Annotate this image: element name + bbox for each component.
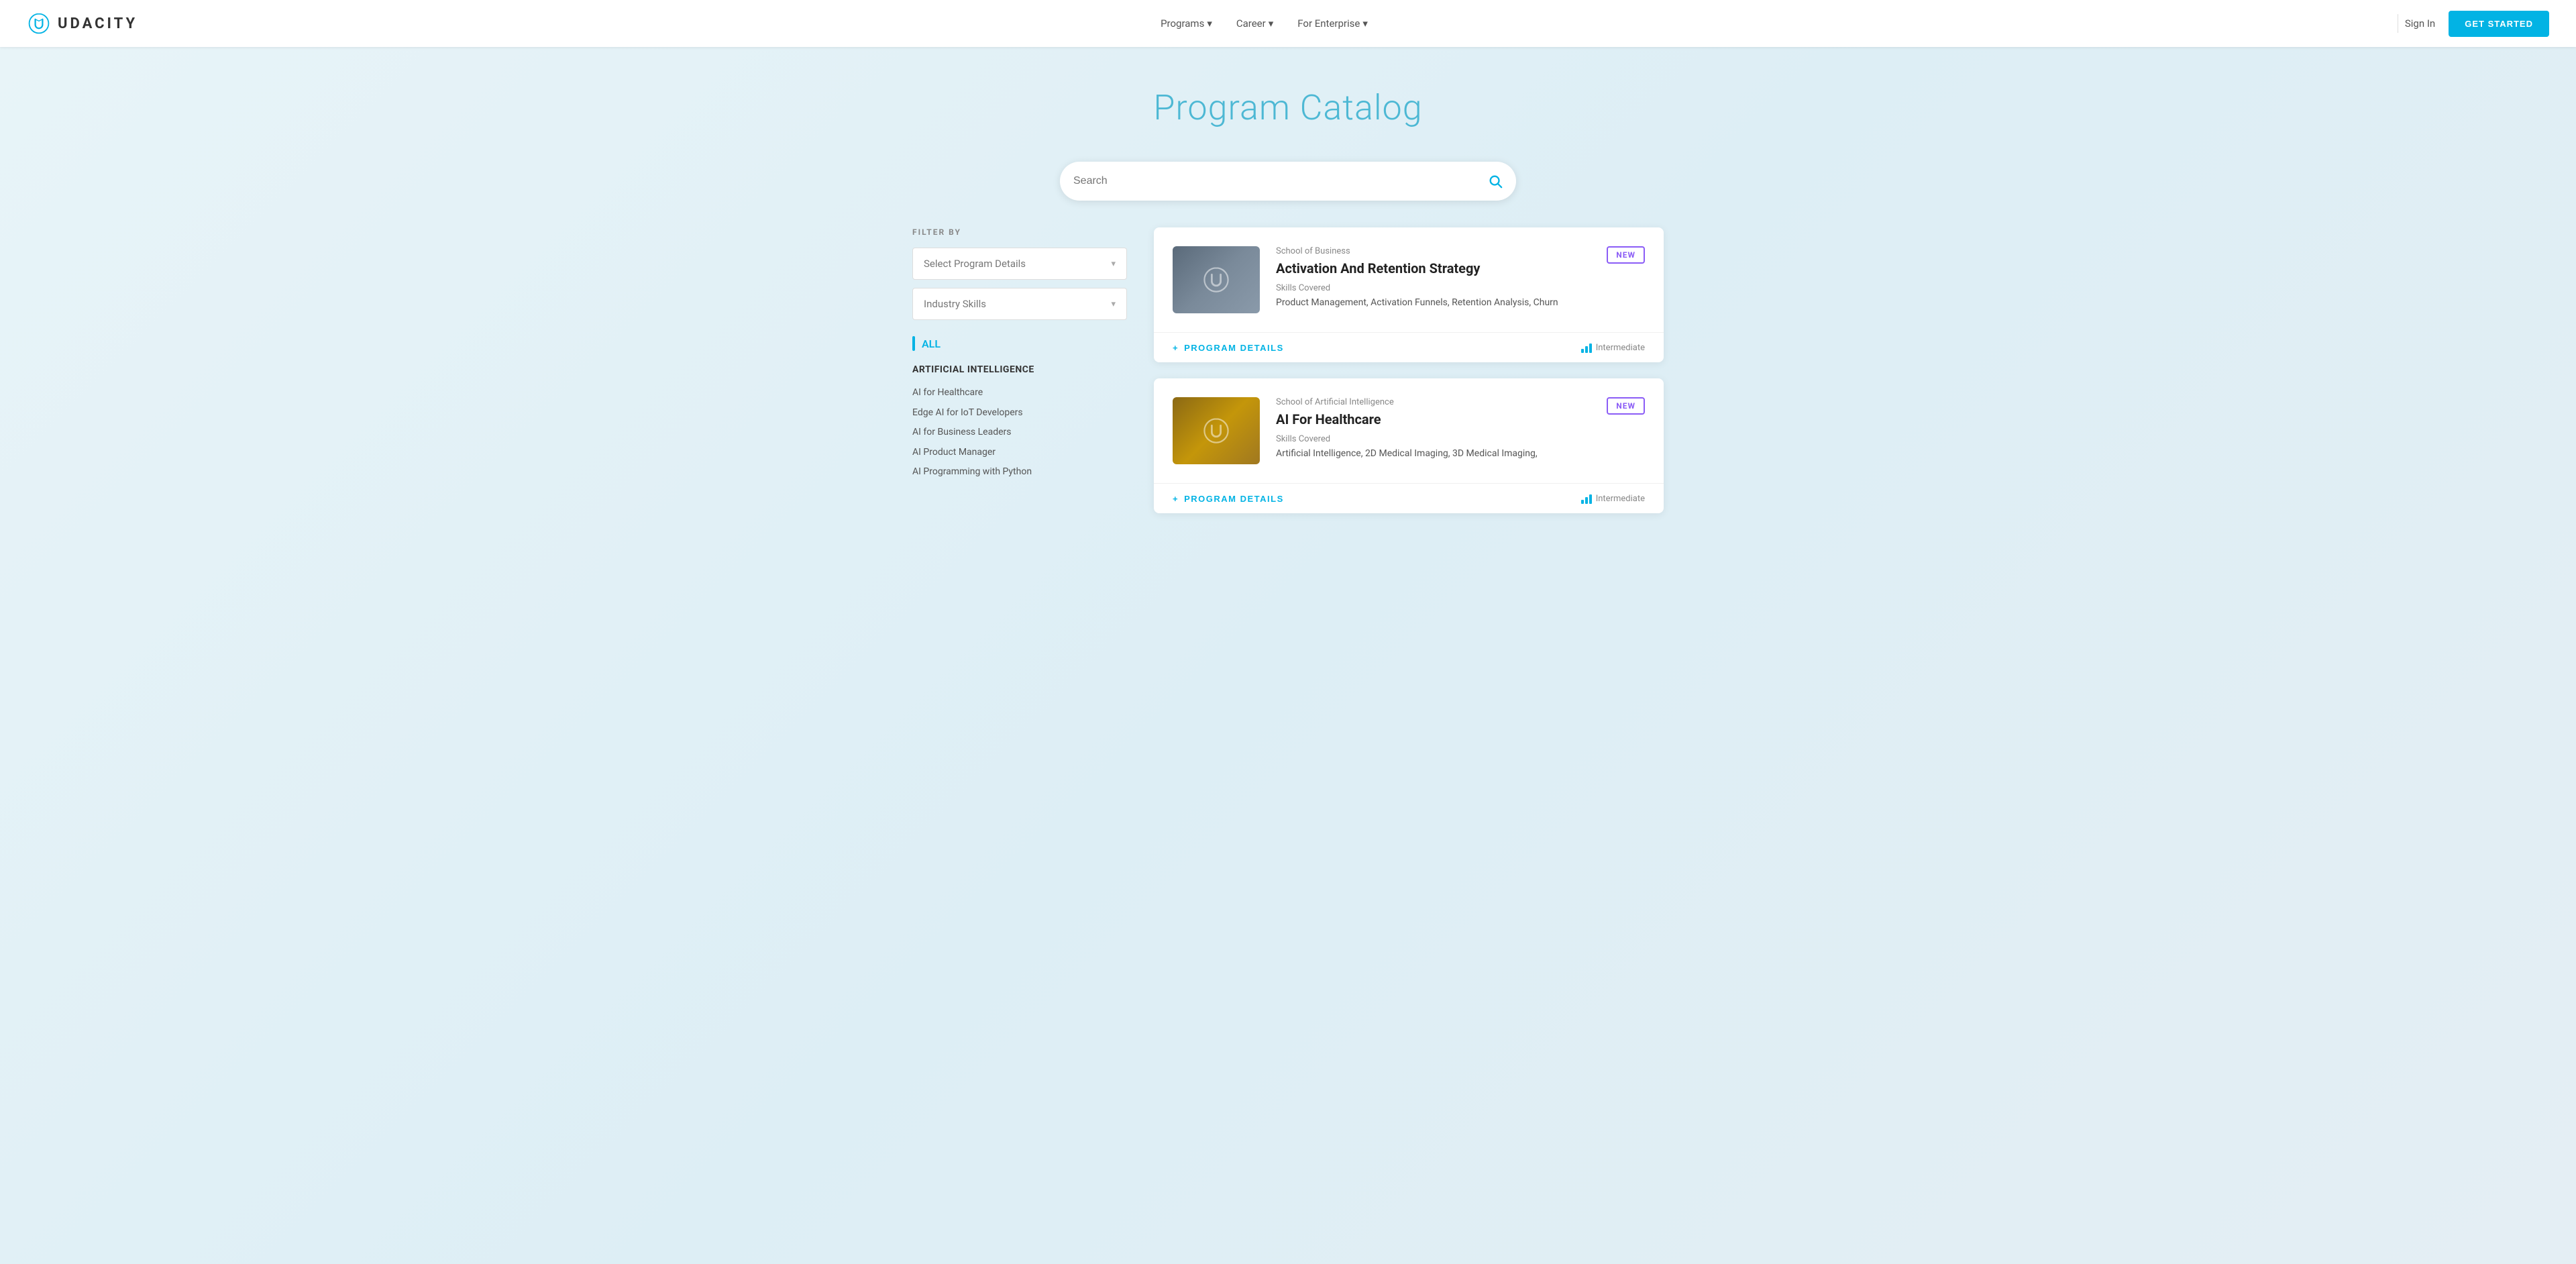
- thumbnail-udacity-icon: [1201, 265, 1231, 295]
- logo[interactable]: UDACITY: [27, 11, 138, 36]
- program-details-button-activation[interactable]: + PROGRAM DETAILS: [1173, 343, 1284, 353]
- filter-label: FILTER BY: [912, 227, 1127, 237]
- difficulty-icon-healthcare: [1581, 493, 1592, 504]
- category-title: ARTIFICIAL INTELLIGENCE: [912, 364, 1127, 375]
- difficulty-icon-activation: [1581, 342, 1592, 353]
- program-details-chevron-icon: ▾: [1111, 259, 1116, 269]
- sidebar-item-ai-python[interactable]: AI Programming with Python: [912, 462, 1127, 482]
- search-icon: [1488, 174, 1503, 189]
- nav-enterprise[interactable]: For Enterprise ▾: [1297, 17, 1368, 30]
- enterprise-chevron-icon: ▾: [1362, 17, 1368, 30]
- search-box: [1060, 162, 1516, 201]
- all-filter-section: ALL: [912, 336, 1127, 351]
- nav-right: Sign In GET STARTED: [2405, 11, 2549, 37]
- difficulty-badge-healthcare: Intermediate: [1581, 493, 1645, 504]
- navbar: UDACITY Programs ▾ Career ▾ For Enterpri…: [0, 0, 2576, 47]
- select-program-details-label: Select Program Details: [924, 258, 1026, 270]
- difficulty-label-activation: Intermediate: [1596, 343, 1645, 353]
- card-body-healthcare: School of Artificial Intelligence AI For…: [1154, 378, 1664, 483]
- plus-icon: +: [1173, 343, 1179, 353]
- card-school-ai: School of Artificial Intelligence: [1276, 397, 1591, 407]
- udacity-logo-icon: [27, 11, 51, 36]
- get-started-button[interactable]: GET STARTED: [2449, 11, 2549, 37]
- card-school-business: School of Business: [1276, 246, 1591, 256]
- thumbnail-udacity-icon-ai: [1201, 416, 1231, 445]
- difficulty-label-healthcare: Intermediate: [1596, 494, 1645, 504]
- nav-programs[interactable]: Programs ▾: [1161, 17, 1212, 30]
- select-program-details-dropdown[interactable]: Select Program Details ▾: [912, 248, 1127, 280]
- industry-skills-label: Industry Skills: [924, 298, 986, 310]
- card-thumbnail-activation: [1173, 246, 1260, 313]
- industry-skills-dropdown[interactable]: Industry Skills ▾: [912, 288, 1127, 320]
- skills-label-activation: Skills Covered: [1276, 283, 1591, 293]
- card-thumbnail-healthcare: [1173, 397, 1260, 464]
- program-details-button-healthcare[interactable]: + PROGRAM DETAILS: [1173, 494, 1284, 504]
- all-filter-bar: [912, 336, 915, 351]
- program-card-activation: School of Business Activation And Retent…: [1154, 227, 1664, 362]
- skills-label-healthcare: Skills Covered: [1276, 434, 1591, 444]
- card-info-activation: School of Business Activation And Retent…: [1276, 246, 1591, 310]
- difficulty-badge-activation: Intermediate: [1581, 342, 1645, 353]
- sidebar: FILTER BY Select Program Details ▾ Indus…: [912, 227, 1127, 529]
- search-input[interactable]: [1073, 175, 1488, 187]
- hero-section: Program Catalog: [0, 47, 2576, 155]
- sign-in-link[interactable]: Sign In: [2405, 17, 2435, 30]
- program-card-healthcare: School of Artificial Intelligence AI For…: [1154, 378, 1664, 513]
- main-layout: FILTER BY Select Program Details ▾ Indus…: [885, 227, 1690, 570]
- card-badge-healthcare: NEW: [1607, 397, 1645, 415]
- search-button[interactable]: [1488, 174, 1503, 189]
- industry-skills-chevron-icon: ▾: [1111, 299, 1116, 309]
- card-body-activation: School of Business Activation And Retent…: [1154, 227, 1664, 332]
- card-info-healthcare: School of Artificial Intelligence AI For…: [1276, 397, 1591, 461]
- cards-area: School of Business Activation And Retent…: [1154, 227, 1664, 529]
- card-badge-activation: NEW: [1607, 246, 1645, 264]
- page-title: Program Catalog: [13, 87, 2563, 128]
- skills-text-healthcare: Artificial Intelligence, 2D Medical Imag…: [1276, 447, 1591, 461]
- all-filter-label: ALL: [922, 337, 941, 350]
- card-footer-healthcare: + PROGRAM DETAILS Intermediate: [1154, 483, 1664, 513]
- sidebar-item-ai-healthcare[interactable]: AI for Healthcare: [912, 383, 1127, 403]
- plus-icon-healthcare: +: [1173, 494, 1179, 504]
- logo-text: UDACITY: [58, 15, 138, 32]
- all-filter-item[interactable]: ALL: [912, 336, 1127, 351]
- sidebar-item-edge-ai[interactable]: Edge AI for IoT Developers: [912, 403, 1127, 423]
- career-chevron-icon: ▾: [1269, 17, 1274, 30]
- sidebar-item-ai-product-manager[interactable]: AI Product Manager: [912, 443, 1127, 463]
- skills-text-activation: Product Management, Activation Funnels, …: [1276, 296, 1591, 310]
- sidebar-item-ai-business[interactable]: AI for Business Leaders: [912, 423, 1127, 443]
- programs-chevron-icon: ▾: [1207, 17, 1212, 30]
- nav-links: Programs ▾ Career ▾ For Enterprise ▾: [1161, 17, 1368, 30]
- card-title-healthcare: AI For Healthcare: [1276, 411, 1591, 427]
- search-section: [0, 155, 2576, 227]
- nav-career[interactable]: Career ▾: [1236, 17, 1273, 30]
- card-footer-activation: + PROGRAM DETAILS Intermediate: [1154, 332, 1664, 362]
- card-title-activation: Activation And Retention Strategy: [1276, 260, 1591, 276]
